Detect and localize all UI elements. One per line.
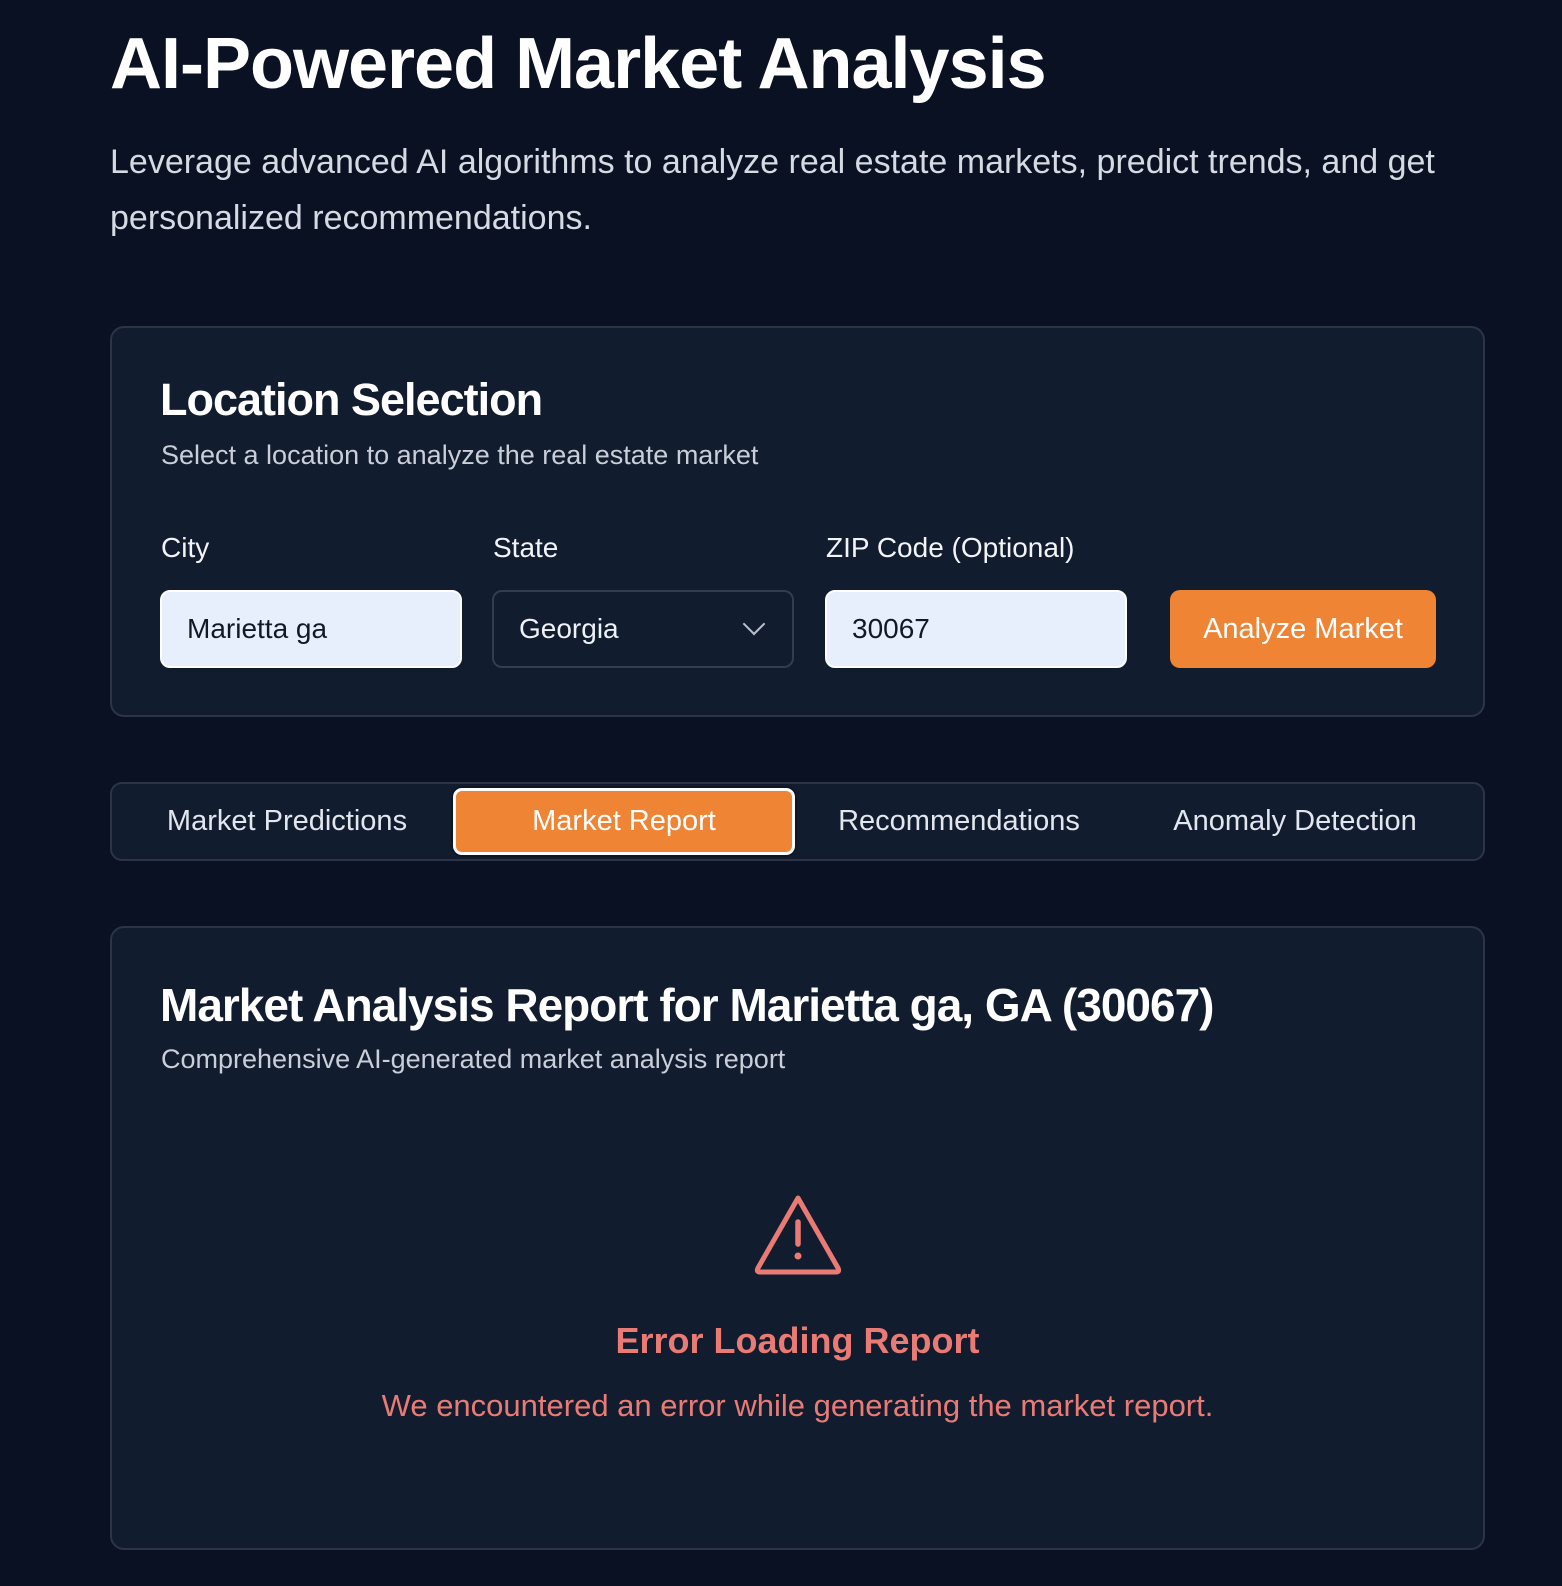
city-label: City <box>161 532 210 563</box>
chevron-down-icon <box>742 612 766 636</box>
tab-recommendations[interactable]: Recommendations <box>788 788 1130 855</box>
city-input-value: Marietta ga <box>187 613 328 644</box>
error-title: Error Loading Report <box>615 1320 980 1361</box>
page-subtitle: Leverage advanced AI algorithms to analy… <box>110 143 1435 237</box>
state-label: State <box>493 532 559 563</box>
warning-triangle-icon <box>754 1195 841 1275</box>
error-state: Error Loading Report We encountered an e… <box>112 1192 1483 1424</box>
report-description: Comprehensive AI-generated market analys… <box>161 1044 786 1074</box>
zip-input-value: 30067 <box>852 613 930 644</box>
analyze-market-button[interactable]: Analyze Market <box>1170 590 1436 668</box>
market-analysis-page: AI-Powered Market Analysis Leverage adva… <box>0 0 1562 1586</box>
tab-market-report[interactable]: Market Report <box>453 788 795 855</box>
tab-market-predictions[interactable]: Market Predictions <box>116 788 458 855</box>
location-card-title: Location Selection <box>160 374 543 425</box>
location-card-description: Select a location to analyze the real es… <box>161 440 759 470</box>
zip-input[interactable]: 30067 <box>825 590 1127 668</box>
market-report-card: Market Analysis Report for Marietta ga, … <box>110 926 1485 1550</box>
page-title: AI-Powered Market Analysis <box>110 24 1047 104</box>
location-selection-card: Location Selection Select a location to … <box>110 326 1485 717</box>
zip-label: ZIP Code (Optional) <box>826 532 1075 563</box>
state-select-value: Georgia <box>519 613 619 644</box>
city-input[interactable]: Marietta ga <box>160 590 462 668</box>
tab-anomaly-detection[interactable]: Anomaly Detection <box>1124 788 1466 855</box>
state-select[interactable]: Georgia <box>492 590 794 668</box>
report-title: Market Analysis Report for Marietta ga, … <box>160 979 1214 1031</box>
analysis-tabs: Market Predictions Market Report Recomme… <box>110 782 1485 861</box>
error-message: We encountered an error while generating… <box>381 1388 1214 1423</box>
